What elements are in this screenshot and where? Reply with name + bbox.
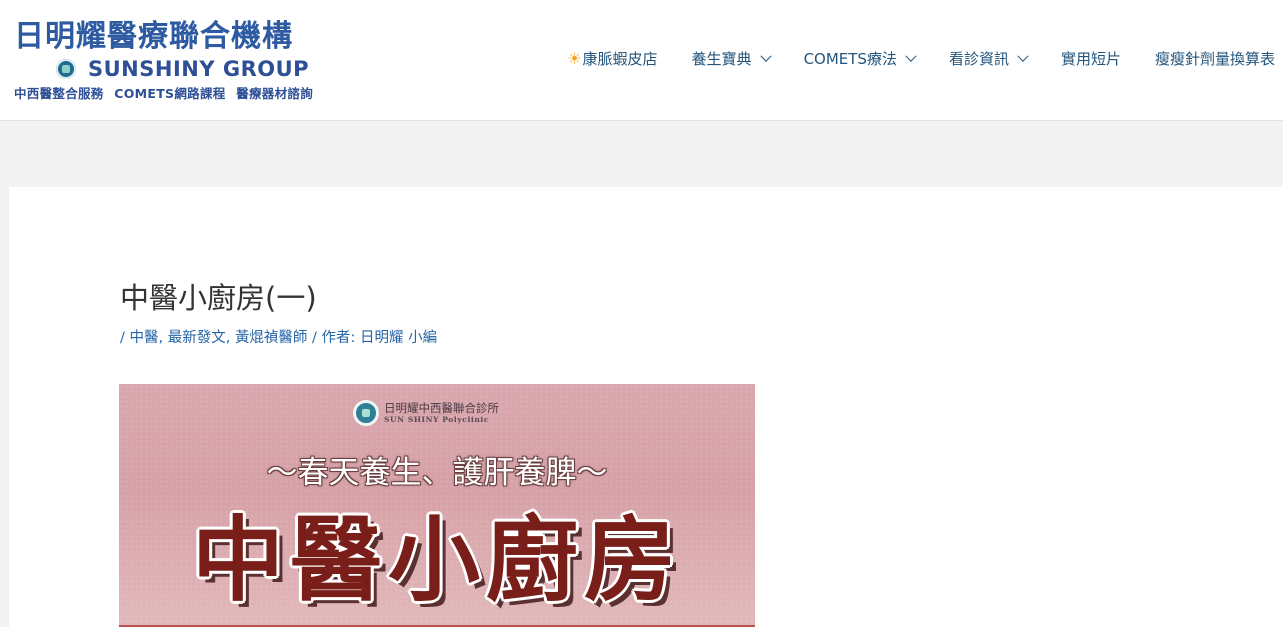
chevron-down-icon[interactable] [905,50,917,62]
sun-icon: ☀ [567,48,582,68]
category-link-tcm[interactable]: 中醫 [130,330,159,346]
nav-item-clinic-info[interactable]: 看診資訊 [948,48,1029,69]
chevron-down-icon[interactable] [1017,50,1029,62]
page-title: 中醫小廚房(一) [120,281,317,315]
logo-group-name: SUNSHINY GROUP [88,57,310,81]
logo-title: 日明耀醫療聯合機構 [14,19,293,54]
site-logo[interactable]: 日明耀醫療聯合機構 SUNSHINY GROUP 中西醫整合服務 COMETS網… [14,20,359,105]
featured-image[interactable]: 日明耀中西醫聯合診所 SUN SHINY Polyclinic ～春天養生、護肝… [119,384,755,627]
article-card: 中醫小廚房(一) / 中醫, 最新發文, 黃焜禎醫師 / 作者: 日明耀 小編 … [9,187,1283,627]
nav-item-shopee-store[interactable]: ☀ 康脈蝦皮店 [567,48,657,69]
logo-tagline: 中西醫整合服務 COMETS網路課程 醫療器材諮詢 [14,86,314,101]
nav-item-label: 看診資訊 [948,50,1009,68]
nav-item-videos[interactable]: 實用短片 [1061,48,1121,69]
meta-separator: / [120,330,125,346]
author-link[interactable]: 日明耀 小編 [360,330,437,346]
clinic-english-name: SUN SHINY Polyclinic [384,415,490,424]
meta-author-prefix: / 作者: [312,330,356,346]
category-link-doctor[interactable]: 黃焜禎醫師 [235,330,308,346]
nav-item-comets-therapy[interactable]: COMETS療法 [803,48,917,69]
logo-mark-icon [56,59,76,79]
chevron-down-icon[interactable] [759,50,772,62]
nav-item-label: 養生寶典 [691,50,752,68]
nav-item-dose-table[interactable]: 瘦瘦針劑量換算表 [1155,48,1275,69]
site-header: 日明耀醫療聯合機構 SUNSHINY GROUP 中西醫整合服務 COMETS網… [0,0,1283,121]
clinic-name: 日明耀中西醫聯合診所 [384,401,499,415]
main-navigation: ☀ 康脈蝦皮店 養生寶典 COMETS療法 看診資訊 實用短片 瘦瘦針劑量換算表 [567,48,1283,72]
clinic-logo-icon [353,400,379,426]
nav-item-label: 康脈蝦皮店 [582,50,658,68]
image-subtitle: ～春天養生、護肝養脾～ [266,455,608,491]
nav-item-label: 實用短片 [1060,50,1121,68]
image-title: 中醫小廚房 [191,507,682,614]
nav-item-health-guide[interactable]: 養生寶典 [691,48,772,69]
category-link-latest[interactable]: 最新發文 [168,330,226,346]
nav-item-label: 瘦瘦針劑量換算表 [1154,50,1275,68]
nav-item-label: COMETS療法 [803,50,897,68]
entry-meta: / 中醫, 最新發文, 黃焜禎醫師 / 作者: 日明耀 小編 [120,330,438,346]
